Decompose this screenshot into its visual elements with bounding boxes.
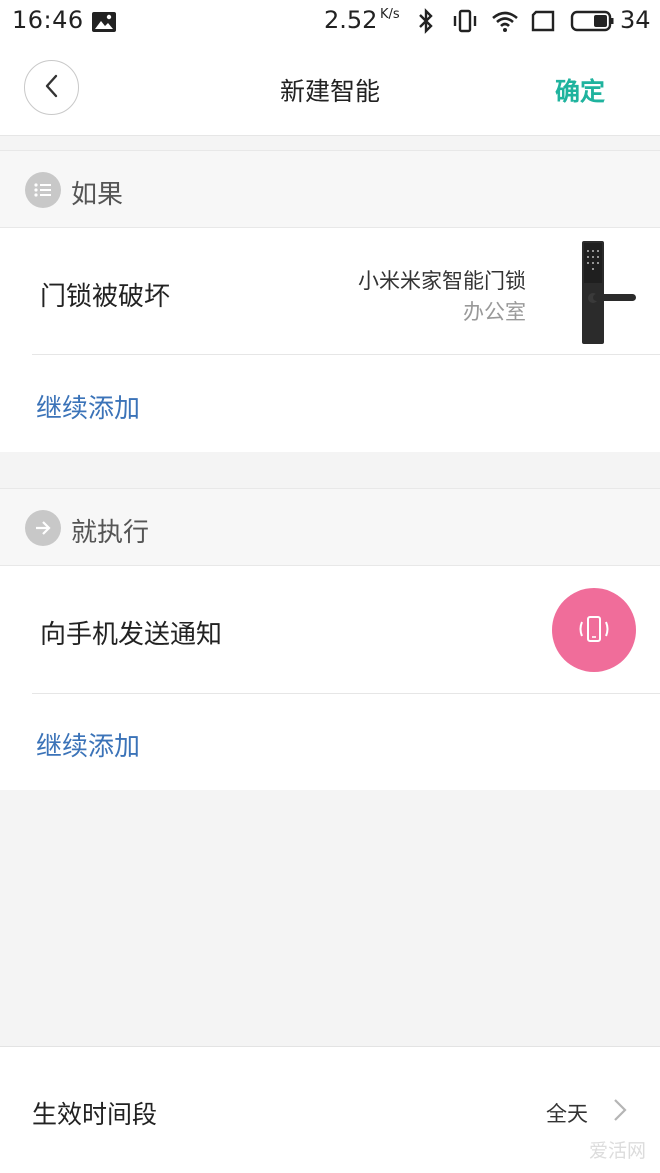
net-speed: 2.52 (324, 6, 378, 34)
device-name: 小米米家智能门锁 (358, 269, 526, 293)
screen-icon (531, 8, 557, 38)
divider (32, 354, 660, 355)
divider (32, 693, 660, 694)
image-icon (91, 11, 117, 37)
arrow-right-icon (25, 510, 61, 546)
then-section-body: 向手机发送通知 继续添加 (0, 566, 660, 790)
action-label: 向手机发送通知 (40, 620, 223, 650)
effective-time-label: 生效时间段 (32, 1100, 158, 1129)
app-header: 新建智能 确定 (0, 44, 660, 136)
door-lock-image (582, 241, 636, 344)
device-room: 办公室 (463, 300, 526, 324)
then-section-header: 就执行 (0, 488, 660, 566)
status-time: 16:46 (12, 6, 84, 34)
if-section-title: 如果 (71, 180, 124, 210)
status-bar: 16:46 2.52 K/s 34 (0, 0, 660, 44)
list-icon (25, 172, 61, 208)
effective-time-value: 全天 (546, 1102, 588, 1126)
net-speed-unit: K/s (380, 7, 400, 22)
condition-label: 门锁被破坏 (40, 282, 171, 312)
vibrate-icon (452, 8, 478, 38)
then-section-title: 就执行 (71, 518, 150, 548)
wifi-icon (490, 8, 520, 38)
add-action-button[interactable]: 继续添加 (36, 726, 140, 763)
battery-icon (570, 10, 614, 36)
phone-vibrate-icon (552, 588, 636, 672)
if-section-header: 如果 (0, 150, 660, 228)
battery-level: 34 (620, 6, 651, 34)
bluetooth-icon (416, 8, 436, 38)
confirm-button[interactable]: 确定 (555, 72, 605, 108)
if-section-body: 门锁被破坏 继续添加 (0, 228, 660, 452)
condition-row[interactable]: 门锁被破坏 (0, 228, 660, 355)
add-condition-button[interactable]: 继续添加 (36, 388, 140, 425)
chevron-right-icon (612, 1097, 628, 1127)
watermark-logo: 爱活网 (588, 1140, 646, 1162)
effective-time-row[interactable]: 生效时间段 全天 爱活网 (0, 1046, 660, 1173)
